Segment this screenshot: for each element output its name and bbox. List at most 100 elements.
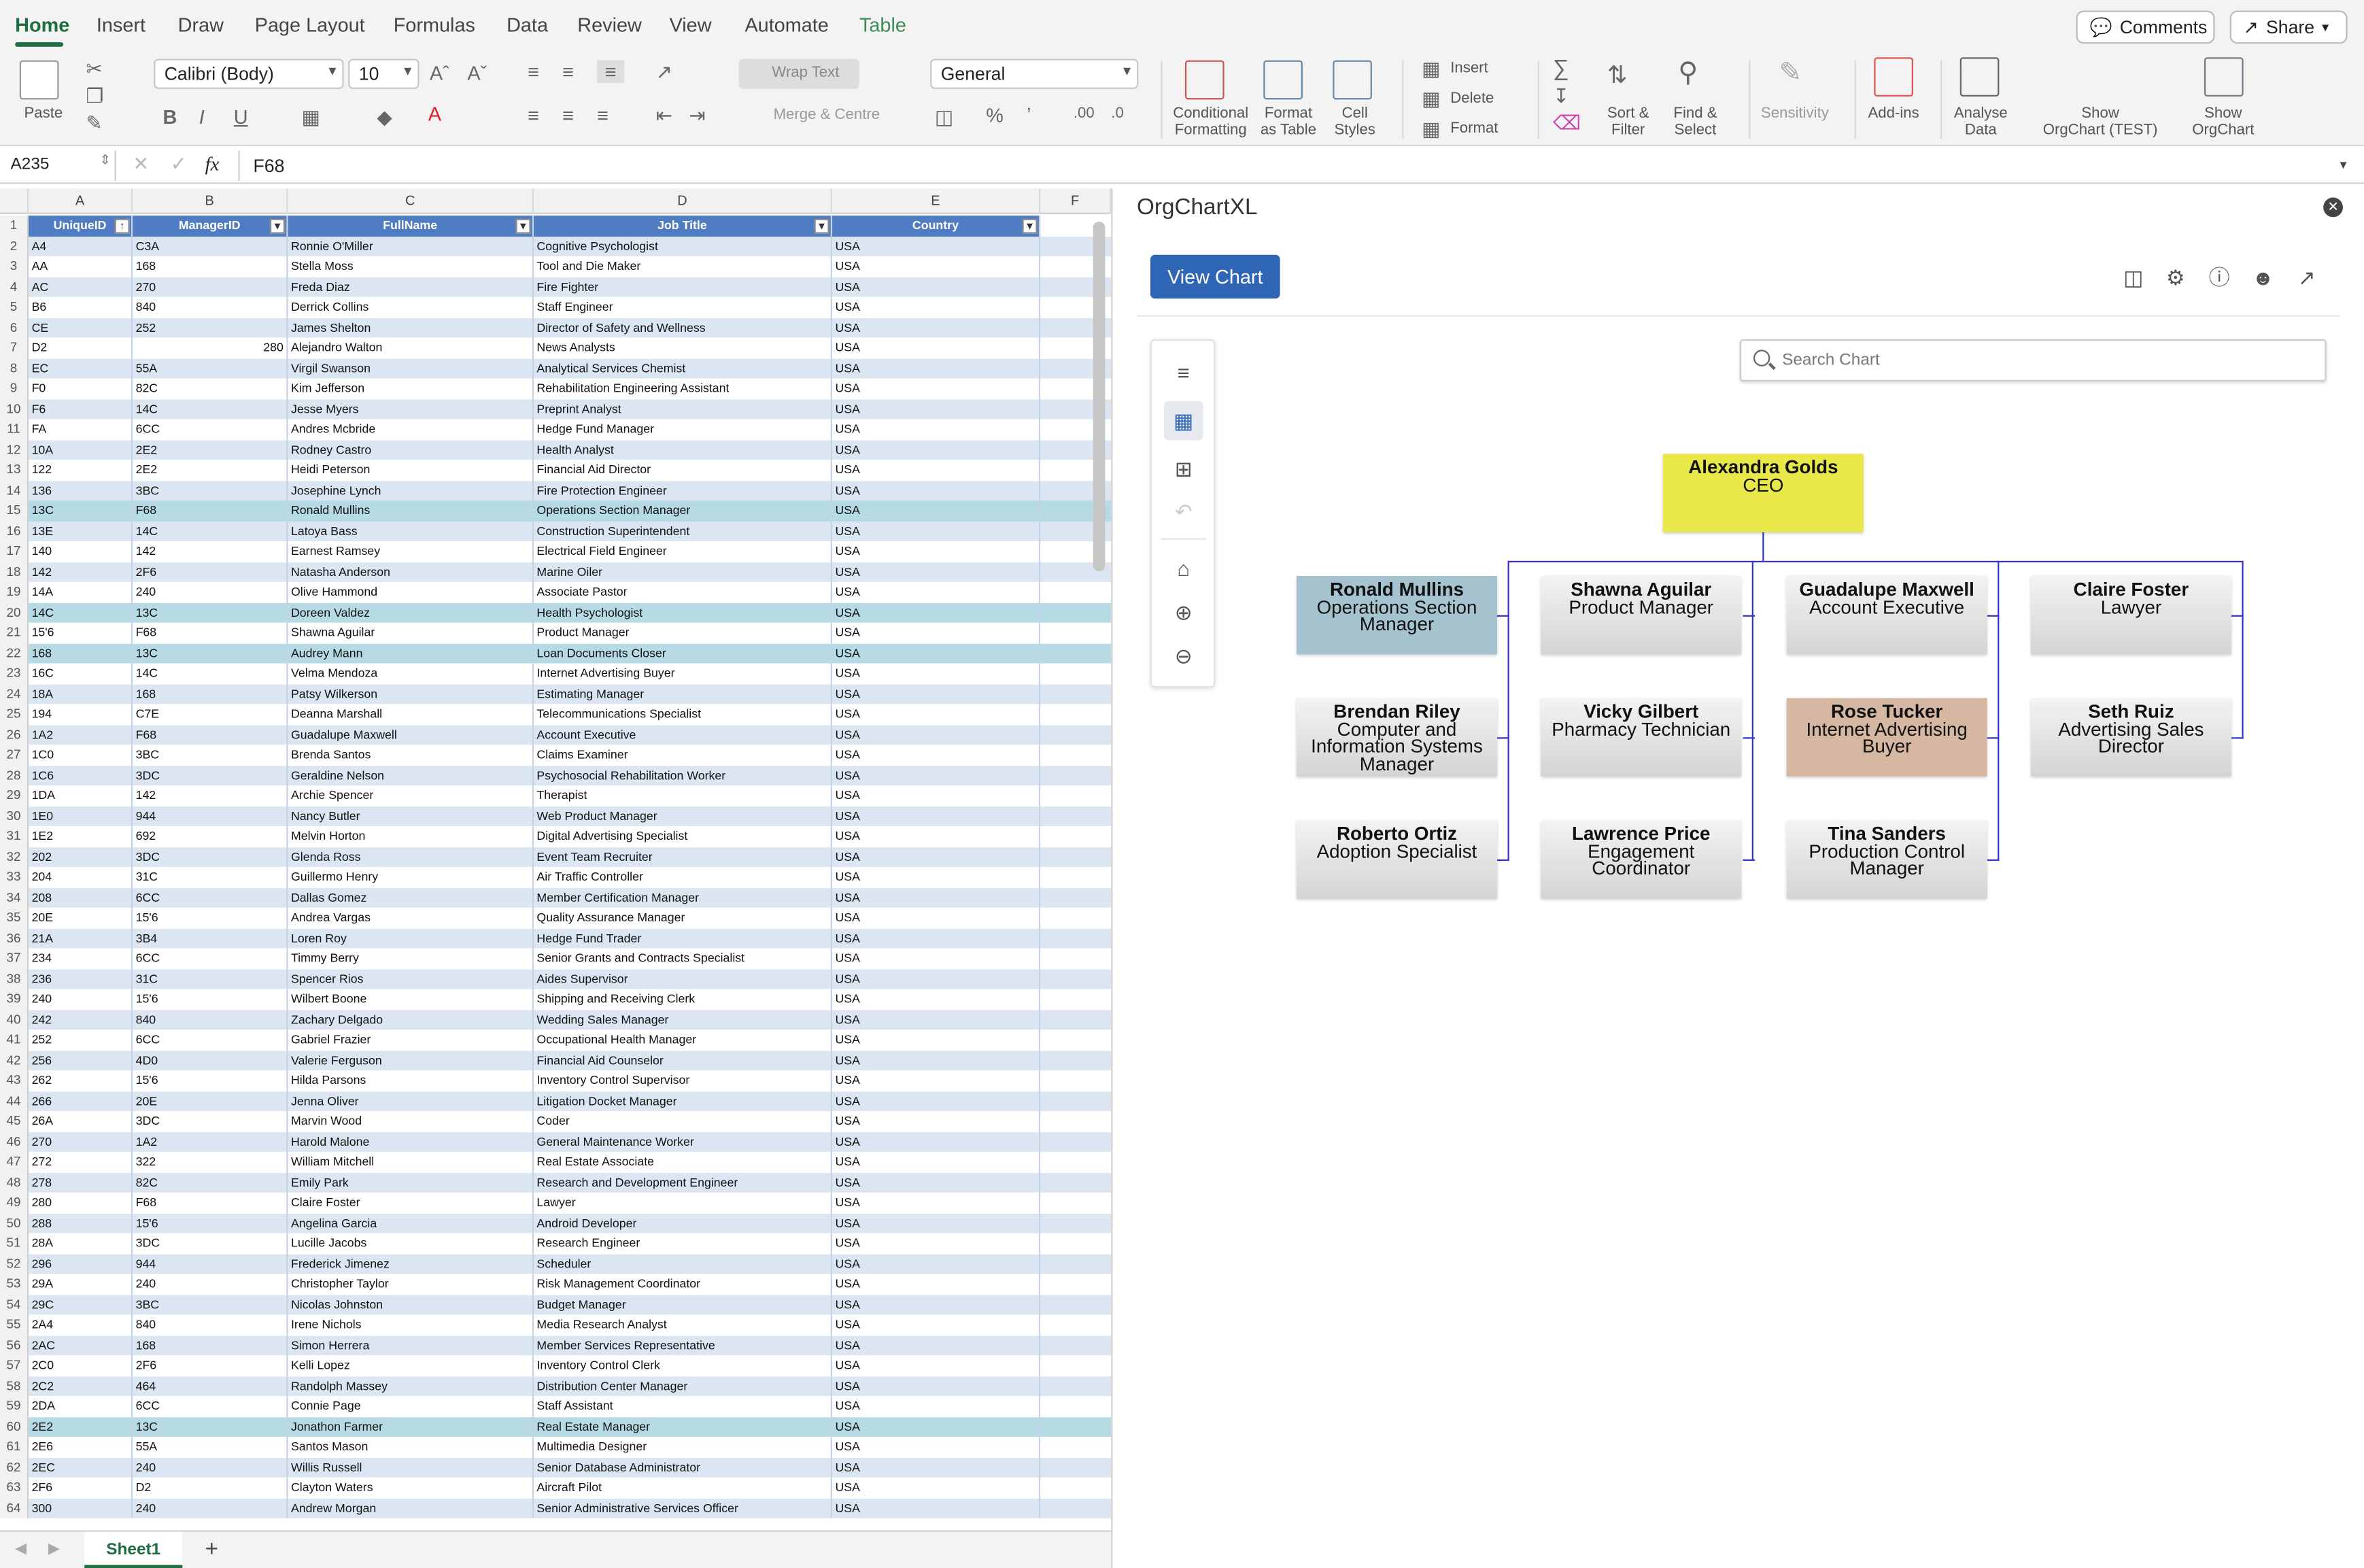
table-cell[interactable]: Irene Nichols (288, 1314, 534, 1335)
table-cell[interactable]: USA (832, 1152, 1041, 1172)
table-cell[interactable]: Timmy Berry (288, 948, 534, 969)
row-number[interactable]: 35 (0, 907, 29, 928)
org-node[interactable]: Brendan Riley Computer and Information S… (1297, 698, 1497, 777)
table-cell[interactable]: Willis Russell (288, 1457, 534, 1478)
table-cell[interactable]: Senior Database Administrator (534, 1457, 833, 1478)
align-left-icon[interactable]: ≡ (528, 104, 539, 126)
name-box-dropdown-icon[interactable]: ⇕ (99, 152, 111, 169)
table-cell[interactable]: 1DA (29, 785, 133, 806)
table-cell[interactable]: 14C (133, 521, 288, 542)
row-number[interactable]: 51 (0, 1233, 29, 1254)
align-center-icon[interactable]: ≡ (562, 104, 574, 126)
table-cell[interactable]: USA (832, 276, 1041, 297)
table-cell[interactable]: 142 (133, 785, 288, 806)
table-cell[interactable]: Inventory Control Supervisor (534, 1070, 833, 1091)
table-cell[interactable]: 3BC (133, 745, 288, 766)
table-cell[interactable]: Operations Section Manager (534, 500, 833, 522)
row-number[interactable]: 6 (0, 317, 29, 338)
table-cell[interactable]: 15'6 (133, 907, 288, 928)
table-cell[interactable]: Shawna Aguilar (288, 622, 534, 643)
table-cell[interactable]: USA (832, 1070, 1041, 1091)
row-number[interactable]: 61 (0, 1437, 29, 1458)
table-cell[interactable]: Distribution Center Manager (534, 1376, 833, 1397)
table-cell[interactable]: Emily Park (288, 1172, 534, 1193)
fill-icon[interactable]: ↧ (1553, 84, 1569, 108)
table-cell[interactable]: 20E (29, 907, 133, 928)
table-cell[interactable]: USA (832, 419, 1041, 440)
table-cell[interactable]: Media Research Analyst (534, 1314, 833, 1335)
insert-button[interactable]: Insert (1450, 61, 1488, 77)
table-cell[interactable]: USA (832, 745, 1041, 766)
table-cell[interactable]: 252 (29, 1029, 133, 1051)
tab-automate[interactable]: Automate (744, 14, 828, 36)
table-cell[interactable]: 288 (29, 1212, 133, 1233)
table-cell[interactable]: 6CC (133, 948, 288, 969)
table-cell[interactable]: Quality Assurance Manager (534, 907, 833, 928)
delete-button[interactable]: Delete (1450, 90, 1494, 107)
table-cell[interactable]: USA (832, 806, 1041, 827)
table-cell[interactable]: 82C (133, 1172, 288, 1193)
table-cell[interactable]: Rodney Castro (288, 439, 534, 460)
table-cell[interactable]: Christopher Taylor (288, 1274, 534, 1295)
table-cell[interactable]: Fire Protection Engineer (534, 480, 833, 501)
table-cell[interactable]: USA (832, 256, 1041, 277)
table-cell[interactable]: 2F6 (29, 1477, 133, 1498)
table-cell[interactable]: USA (832, 1477, 1041, 1498)
table-cell[interactable]: USA (832, 1029, 1041, 1051)
table-cell[interactable]: 168 (133, 256, 288, 277)
borders-icon[interactable]: ▦ (302, 105, 320, 129)
filter-dropdown-icon[interactable]: ▾ (814, 218, 829, 234)
table-cell[interactable]: 840 (133, 1314, 288, 1335)
percent-icon[interactable]: % (986, 104, 1004, 126)
table-cell[interactable]: USA (832, 907, 1041, 928)
table-cell[interactable]: USA (832, 1335, 1041, 1356)
table-cell[interactable]: Ronald Mullins (288, 500, 534, 522)
table-cell[interactable]: 692 (133, 826, 288, 847)
table-cell[interactable]: 2E2 (133, 439, 288, 460)
row-number[interactable]: 14 (0, 480, 29, 501)
table-cell[interactable]: 262 (29, 1070, 133, 1091)
org-node[interactable]: Lawrence Price Engagement Coordinator (1541, 820, 1742, 899)
column-header[interactable]: C (288, 188, 534, 214)
align-bottom-icon[interactable]: ≡ (597, 60, 625, 83)
align-top-icon[interactable]: ≡ (528, 61, 539, 83)
find-select-icon[interactable]: ⚲ (1678, 57, 1698, 89)
table-cell[interactable]: USA (832, 1172, 1041, 1193)
table-cell[interactable]: Occupational Health Manager (534, 1029, 833, 1051)
table-cell[interactable]: Stella Moss (288, 256, 534, 277)
table-cell[interactable]: USA (832, 1192, 1041, 1213)
row-number[interactable]: 58 (0, 1376, 29, 1397)
table-cell[interactable]: USA (832, 378, 1041, 399)
table-cell[interactable]: Aircraft Pilot (534, 1477, 833, 1498)
table-cell[interactable]: 142 (133, 541, 288, 562)
table-cell[interactable]: Member Services Representative (534, 1335, 833, 1356)
table-cell[interactable]: 322 (133, 1152, 288, 1172)
table-cell[interactable]: 136 (29, 480, 133, 501)
row-number[interactable]: 23 (0, 663, 29, 684)
tab-view[interactable]: View (670, 14, 712, 36)
table-cell[interactable]: USA (832, 724, 1041, 745)
cut-icon[interactable]: ✂ (86, 57, 102, 81)
row-number[interactable]: 41 (0, 1029, 29, 1051)
table-cell[interactable]: F68 (133, 500, 288, 522)
table-cell[interactable]: 26A (29, 1111, 133, 1132)
table-cell[interactable]: 240 (133, 1274, 288, 1295)
table-cell[interactable]: 16C (29, 663, 133, 684)
table-cell[interactable]: Valerie Ferguson (288, 1050, 534, 1071)
table-cell[interactable]: USA (832, 1497, 1041, 1518)
table-cell[interactable]: 14C (133, 398, 288, 420)
table-cell[interactable]: AA (29, 256, 133, 277)
table-cell[interactable]: Coder (534, 1111, 833, 1132)
format-painter-icon[interactable]: ✎ (86, 112, 102, 135)
table-cell[interactable]: Analytical Services Chemist (534, 358, 833, 379)
increase-indent-icon[interactable]: ⇥ (689, 104, 705, 128)
sheet-tab-sheet1[interactable]: Sheet1 (84, 1531, 183, 1568)
merge-centre-button[interactable]: Merge & Centre (747, 107, 880, 123)
table-cell[interactable]: Velma Mendoza (288, 663, 534, 684)
table-cell[interactable]: USA (832, 1009, 1041, 1030)
table-cell[interactable]: 252 (133, 317, 288, 338)
decrease-decimal-icon[interactable]: .0 (1111, 105, 1124, 122)
table-cell[interactable]: 15'6 (29, 622, 133, 643)
table-cell[interactable]: D2 (133, 1477, 288, 1498)
table-cell[interactable]: 240 (29, 989, 133, 1010)
